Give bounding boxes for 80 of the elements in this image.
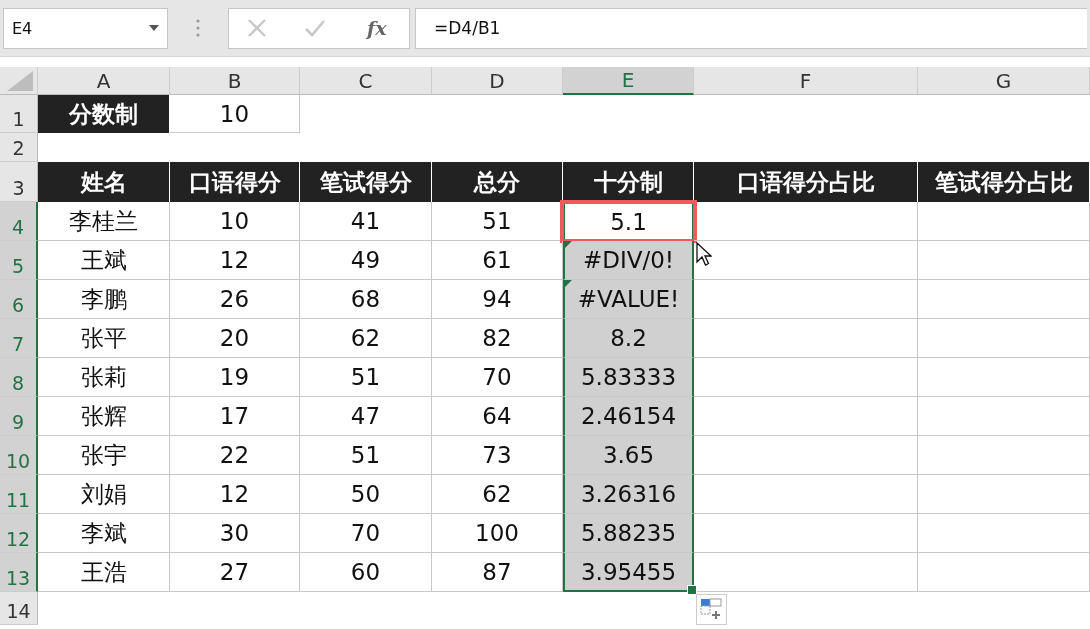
caret-icon[interactable]	[149, 25, 159, 31]
column-header[interactable]: C	[300, 67, 432, 95]
table-cell: 笔试得分	[300, 162, 432, 202]
row-header[interactable]: 12	[0, 514, 38, 553]
row-header[interactable]: 14	[0, 592, 38, 625]
table-cell: 张宇	[38, 436, 170, 475]
column-header[interactable]: E	[563, 67, 694, 95]
column-header[interactable]: G	[918, 67, 1090, 95]
table-cell: 张莉	[38, 358, 170, 397]
table-cell: 总分	[432, 162, 563, 202]
formula-bar[interactable]: =D4/B1	[415, 7, 1087, 49]
table-cell: 分数制	[38, 95, 170, 133]
table-cell: 3.65	[563, 436, 694, 475]
table-cell: 17	[170, 397, 300, 436]
table-cell: 李桂兰	[38, 202, 170, 241]
table-cell: 李鹏	[38, 280, 170, 319]
formula-text: =D4/B1	[434, 18, 501, 38]
table-cell: 70	[300, 514, 432, 553]
quick-analysis-button[interactable]	[696, 594, 727, 625]
drag-handle-icon[interactable]	[196, 18, 200, 38]
table-cell: 张辉	[38, 397, 170, 436]
column-header[interactable]: A	[38, 67, 170, 95]
table-cell: 王浩	[38, 553, 170, 592]
table-cell: 51	[300, 436, 432, 475]
row-header[interactable]: 6	[0, 280, 38, 319]
table-cell: 5.88235	[563, 514, 694, 553]
row-header[interactable]: 1	[0, 95, 38, 133]
table-cell: 22	[170, 436, 300, 475]
row-header[interactable]: 5	[0, 241, 38, 280]
table-cell: #VALUE!	[563, 280, 694, 319]
table-cell: 口语得分占比	[694, 162, 918, 202]
fill-handle[interactable]	[687, 585, 697, 595]
table-cell: 19	[170, 358, 300, 397]
row-header[interactable]: 13	[0, 553, 38, 592]
table-cell: 30	[170, 514, 300, 553]
table-cell: 口语得分	[170, 162, 300, 202]
table-cell: 10	[170, 95, 300, 133]
table-cell: 47	[300, 397, 432, 436]
enter-check-icon[interactable]	[304, 18, 327, 38]
row-header[interactable]: 10	[0, 436, 38, 475]
row-header[interactable]: 8	[0, 358, 38, 397]
table-cell: 60	[300, 553, 432, 592]
table-cell: 笔试得分占比	[918, 162, 1090, 202]
table-cell: 51	[300, 358, 432, 397]
table-cell: 41	[300, 202, 432, 241]
table-cell: 3.26316	[563, 475, 694, 514]
table-cell: 49	[300, 241, 432, 280]
table-cell: 十分制	[563, 162, 694, 202]
table-cell: 51	[432, 202, 563, 241]
row-header[interactable]: 2	[0, 133, 38, 162]
row-header[interactable]: 3	[0, 162, 38, 202]
table-cell: 68	[300, 280, 432, 319]
table-cell: 5.83333	[563, 358, 694, 397]
row-header[interactable]: 9	[0, 397, 38, 436]
table-cell: 26	[170, 280, 300, 319]
table-cell: #DIV/0!	[563, 241, 694, 280]
table-cell: 27	[170, 553, 300, 592]
table-cell: 12	[170, 241, 300, 280]
column-header[interactable]: B	[170, 67, 300, 95]
cell-reference: E4	[12, 18, 33, 38]
insert-function-button[interactable]: fx	[363, 17, 391, 39]
name-box[interactable]: E4	[3, 7, 168, 49]
table-cell: 20	[170, 319, 300, 358]
table-cell: 张平	[38, 319, 170, 358]
table-cell: 李斌	[38, 514, 170, 553]
table-cell: 姓名	[38, 162, 170, 202]
table-cell: 10	[170, 202, 300, 241]
column-header[interactable]: F	[694, 67, 918, 95]
table-cell: 刘娟	[38, 475, 170, 514]
table-cell: 62	[300, 319, 432, 358]
column-header[interactable]: D	[432, 67, 563, 95]
table-cell: 12	[170, 475, 300, 514]
table-cell: 2.46154	[563, 397, 694, 436]
table-cell: 8.2	[563, 319, 694, 358]
pointer-cursor-icon	[696, 242, 712, 268]
row-header[interactable]: 11	[0, 475, 38, 514]
row-header[interactable]: 7	[0, 319, 38, 358]
table-cell: 王斌	[38, 241, 170, 280]
table-cell: 50	[300, 475, 432, 514]
row-header[interactable]: 4	[0, 202, 38, 241]
